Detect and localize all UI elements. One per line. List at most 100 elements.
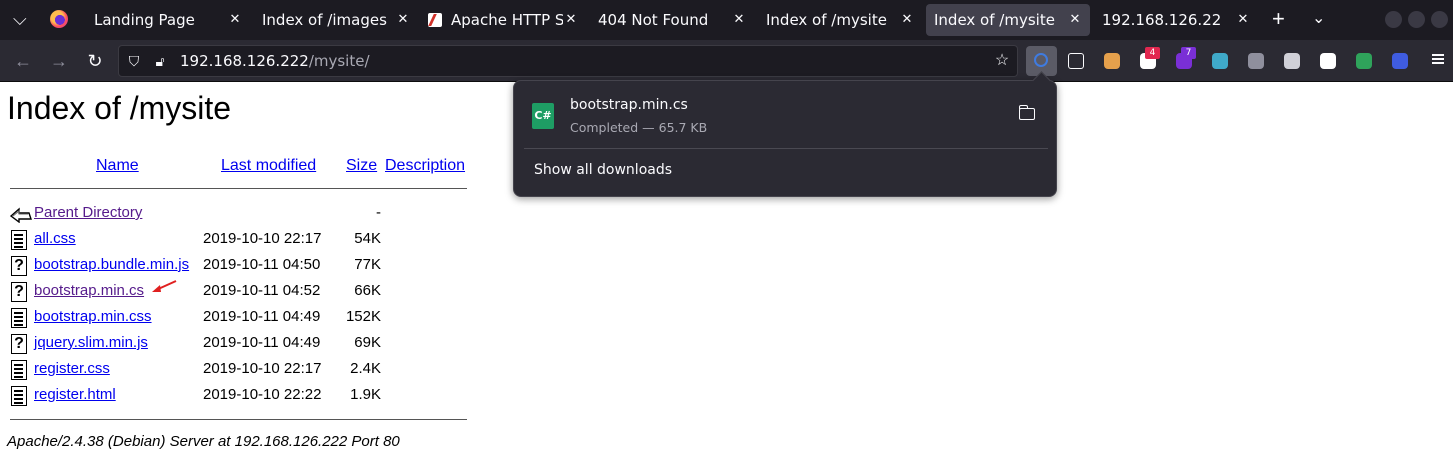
last-modified: 2019-10-10 22:17 (203, 230, 322, 247)
extension-badge: 4 (1145, 47, 1160, 59)
close-icon[interactable]: ✕ (732, 13, 746, 27)
file-link[interactable]: bootstrap.min.css (34, 308, 152, 325)
last-modified: 2019-10-11 04:49 (203, 334, 321, 351)
back-button[interactable]: ← (12, 50, 34, 72)
url-host: 192.168.126.222 (180, 52, 309, 70)
file-size: 1.9K (350, 386, 381, 403)
tab-title: Index of /mysite (934, 11, 1055, 29)
question-mark-icon: ? (11, 282, 27, 302)
table-row: bootstrap.min.css 2019-10-11 04:49 152K (10, 307, 470, 333)
red-arrow-annotation (152, 280, 177, 292)
table-row: ? bootstrap.min.cs 2019-10-11 04:52 66K (10, 281, 470, 307)
tab-title: 404 Not Found (598, 11, 709, 29)
file-link[interactable]: register.html (34, 386, 116, 403)
maximize-button[interactable] (1408, 11, 1425, 28)
extension-badge-icon[interactable] (1104, 53, 1120, 69)
close-icon[interactable]: ✕ (900, 13, 914, 27)
file-size: 54K (354, 230, 381, 247)
close-icon[interactable]: ✕ (228, 13, 242, 27)
lock-icon[interactable]: 🔓︎ (151, 52, 169, 70)
cookie-extension-icon[interactable] (1320, 53, 1336, 69)
text-file-icon (10, 307, 30, 329)
globe-extension-icon[interactable] (1284, 53, 1300, 69)
file-link[interactable]: Parent Directory (34, 204, 142, 221)
close-window-button[interactable] (1431, 11, 1448, 28)
file-size: 77K (354, 256, 381, 273)
folder-icon[interactable] (1018, 105, 1035, 120)
purple-extension-icon[interactable]: 7 (1176, 47, 1196, 69)
divider (524, 148, 1048, 149)
csharp-file-icon: C# (532, 103, 554, 129)
bookmark-star-icon[interactable]: ☆ (993, 52, 1011, 70)
file-link[interactable]: bootstrap.min.cs (34, 282, 144, 299)
file-size: 69K (354, 334, 381, 351)
tab-index-mysite[interactable]: Index of /mysite ✕ (754, 4, 924, 36)
divider (10, 419, 467, 420)
new-tab-button[interactable]: + (1272, 8, 1285, 30)
table-row: all.css 2019-10-10 22:17 54K (10, 229, 470, 255)
file-size: 66K (354, 282, 381, 299)
list-all-tabs-icon[interactable]: ⌵ (13, 8, 27, 30)
tab-index-images[interactable]: Index of /images ✕ (250, 4, 420, 36)
reload-button[interactable]: ↻ (84, 50, 106, 72)
sort-by-description-link[interactable]: Description (385, 157, 465, 175)
wappalyzer-extension-icon[interactable] (1392, 53, 1408, 69)
hamburger-menu-icon[interactable] (1432, 52, 1450, 66)
tab-apache-http-server[interactable]: Apache HTTP Ser ✕ (418, 4, 588, 36)
tab-title: Landing Page (94, 11, 195, 29)
file-link[interactable]: register.css (34, 360, 110, 377)
close-icon[interactable]: ✕ (564, 13, 578, 27)
file-size: 152K (345, 308, 381, 325)
tab-ip-address[interactable]: 192.168.126.222/mys ✕ (1090, 4, 1260, 36)
tab-bar: ⌵ Landing Page ✕ Index of /images ✕ Apac… (0, 0, 1453, 40)
table-row: Parent Directory - (9, 203, 470, 229)
sort-by-name-link[interactable]: Name (96, 157, 139, 175)
tab-landing-page[interactable]: Landing Page ✕ (82, 4, 252, 36)
file-link[interactable]: jquery.slim.min.js (34, 334, 148, 351)
unknown-file-icon: ? (10, 281, 30, 303)
tab-title: Apache HTTP Ser (451, 11, 563, 29)
tab-404-not-found[interactable]: 404 Not Found ✕ (586, 4, 756, 36)
close-icon[interactable]: ✕ (1068, 13, 1082, 27)
sort-by-last-modified-link[interactable]: Last modified (221, 157, 316, 175)
text-file-icon (10, 229, 30, 251)
show-all-downloads-button[interactable]: Show all downloads (534, 162, 672, 178)
document-icon (11, 386, 27, 406)
page-title: Index of /mysite (7, 90, 232, 126)
document-icon (11, 230, 27, 250)
tab-index-mysite-active[interactable]: Index of /mysite ✕ (926, 4, 1090, 36)
shield-icon[interactable]: ⛉ (125, 52, 143, 70)
navigation-toolbar: ← → ↻ ⛉ 🔓︎ 192.168.126.222/mysite/ ☆ 4 7 (0, 40, 1453, 82)
sort-by-size-link[interactable]: Size (346, 157, 377, 175)
code-extension-icon[interactable] (1356, 53, 1372, 69)
download-progress-icon (1034, 53, 1048, 67)
close-icon[interactable]: ✕ (1236, 13, 1250, 27)
divider (10, 188, 467, 189)
file-size: 2.4K (350, 360, 381, 377)
table-row: register.css 2019-10-10 22:17 2.4K (10, 359, 470, 385)
tab-title: 192.168.126.222/mys (1102, 11, 1220, 29)
last-modified: 2019-10-11 04:50 (203, 256, 321, 273)
tab-title: Index of /images (262, 11, 387, 29)
extensions-puzzle-icon[interactable] (1068, 53, 1084, 69)
file-link[interactable]: all.css (34, 230, 76, 247)
firefox-logo-icon[interactable] (50, 10, 68, 28)
forward-button[interactable]: → (48, 50, 70, 72)
unknown-file-icon: ? (10, 333, 30, 355)
minimize-button[interactable] (1385, 11, 1402, 28)
chevron-down-icon[interactable]: ⌄ (1312, 8, 1325, 30)
document-icon (11, 308, 27, 328)
question-mark-icon: ? (11, 256, 27, 276)
back-icon (9, 203, 32, 225)
downloads-panel: C# bootstrap.min.cs Completed — 65.7 KB … (513, 71, 1057, 197)
url-text[interactable]: 192.168.126.222/mysite/ (180, 46, 370, 76)
file-link[interactable]: bootstrap.bundle.min.js (34, 256, 189, 273)
notes-extension-icon[interactable]: 4 (1140, 47, 1160, 69)
address-bar[interactable]: ⛉ 🔓︎ 192.168.126.222/mysite/ ☆ (118, 45, 1018, 77)
download-filename[interactable]: bootstrap.min.cs (570, 97, 688, 113)
server-signature: Apache/2.4.38 (Debian) Server at 192.168… (7, 433, 400, 450)
figure-extension-icon[interactable] (1212, 53, 1228, 69)
bug-extension-icon[interactable] (1248, 53, 1264, 69)
close-icon[interactable]: ✕ (396, 13, 410, 27)
last-modified: 2019-10-11 04:49 (203, 308, 321, 325)
